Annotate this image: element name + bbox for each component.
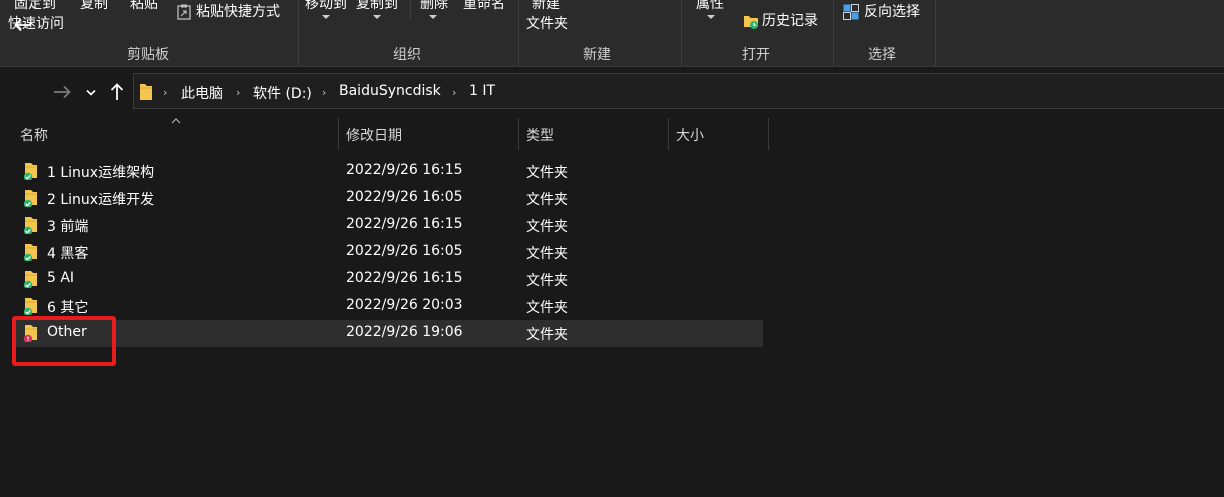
back-arrow-icon: [14, 18, 31, 32]
column-name[interactable]: 名称: [20, 125, 48, 145]
delete-button[interactable]: 删除: [420, 0, 448, 13]
chevron-down-icon: [373, 15, 381, 19]
new-folder-button[interactable]: 新建: [532, 0, 560, 13]
column-header: 名称 修改日期 类型 大小: [0, 118, 1224, 150]
file-type: 文件夹: [526, 192, 568, 208]
new-folder-label[interactable]: 文件夹: [526, 15, 568, 33]
folder-icon: [22, 270, 40, 290]
chevron-down-icon: [86, 89, 96, 96]
highlight-box: [12, 316, 116, 366]
history-icon: [742, 12, 760, 34]
recent-locations-button[interactable]: [84, 80, 98, 104]
file-type: 文件夹: [526, 327, 568, 343]
group-divider: [681, 0, 682, 66]
modified-date: 2022/9/26 16:15: [346, 216, 463, 232]
group-divider: [298, 0, 299, 66]
modified-date: 2022/9/26 19:06: [346, 324, 463, 340]
sort-ascending-icon: [171, 118, 181, 124]
breadcrumb-baidusyncdisk[interactable]: BaiduSyncdisk: [339, 83, 441, 99]
paste-button[interactable]: 粘贴: [130, 0, 158, 13]
file-type: 文件夹: [526, 219, 568, 235]
group-divider: [833, 0, 834, 66]
file-name[interactable]: 4 黑客: [47, 243, 88, 263]
column-type[interactable]: 类型: [526, 125, 554, 145]
modified-date: 2022/9/26 16:15: [346, 270, 463, 286]
table-row[interactable]: 3 前端 2022/9/26 16:15 文件夹: [12, 212, 763, 239]
table-row[interactable]: 1 Linux运维架构 2022/9/26 16:15 文件夹: [12, 158, 763, 185]
chevron-down-icon: [322, 15, 330, 19]
breadcrumb-this-pc[interactable]: 此电脑: [181, 83, 223, 103]
modified-date: 2022/9/26 20:03: [346, 297, 463, 313]
group-divider: [935, 0, 936, 66]
group-label-organize: 组织: [393, 47, 421, 63]
file-name[interactable]: 5 AI: [47, 270, 74, 286]
folder-icon: [22, 243, 40, 263]
table-row[interactable]: 4 黑客 2022/9/26 16:05 文件夹: [12, 239, 763, 266]
table-row[interactable]: Other 2022/9/26 19:06 文件夹: [12, 320, 763, 347]
breadcrumb-drive-d[interactable]: 软件 (D:): [253, 83, 312, 103]
move-to-button[interactable]: 移动到: [305, 0, 347, 13]
group-label-new: 新建: [583, 47, 611, 63]
rename-button[interactable]: 重命名: [463, 0, 505, 13]
file-type: 文件夹: [526, 165, 568, 181]
up-button[interactable]: [107, 80, 127, 104]
file-name[interactable]: 6 其它: [47, 297, 88, 317]
copy-to-button[interactable]: 复制到: [356, 0, 398, 13]
breadcrumb-separator-icon: ›: [452, 86, 457, 99]
file-name[interactable]: 1 Linux运维架构: [47, 162, 154, 182]
file-type: 文件夹: [526, 300, 568, 316]
table-row[interactable]: 2 Linux运维开发 2022/9/26 16:05 文件夹: [12, 185, 763, 212]
group-label-select: 选择: [868, 47, 896, 63]
ribbon: 固定到 快速访问 复制 粘贴 粘贴快捷方式 剪贴板 移动到 复制到 删除 重命名…: [0, 0, 1224, 67]
paste-shortcut-icon: [177, 4, 191, 24]
file-type: 文件夹: [526, 246, 568, 262]
breadcrumb-separator-icon: ›: [322, 86, 327, 99]
table-row[interactable]: 6 其它 2022/9/26 20:03 文件夹: [12, 293, 763, 320]
group-label-open: 打开: [742, 47, 770, 63]
forward-button[interactable]: [51, 80, 73, 104]
column-divider[interactable]: [338, 118, 339, 150]
invert-select-button[interactable]: 反向选择: [864, 3, 920, 21]
folder-icon: [22, 216, 40, 236]
column-size[interactable]: 大小: [676, 125, 704, 145]
table-row[interactable]: 5 AI 2022/9/26 16:15 文件夹: [12, 266, 763, 293]
column-divider[interactable]: [668, 118, 669, 150]
copy-button[interactable]: 复制: [80, 0, 108, 13]
breadcrumb-separator-icon: ›: [236, 86, 241, 99]
column-divider[interactable]: [768, 118, 769, 150]
column-divider[interactable]: [518, 118, 519, 150]
history-button[interactable]: 历史记录: [762, 12, 818, 30]
invert-select-icon: [843, 4, 859, 24]
folder-icon: [22, 162, 40, 182]
up-arrow-icon: [110, 83, 124, 100]
pin-quick-access-button[interactable]: 固定到: [14, 0, 56, 13]
breadcrumb-1-it[interactable]: 1 IT: [469, 83, 495, 99]
file-name[interactable]: 2 Linux运维开发: [47, 189, 154, 209]
chevron-down-icon: [707, 15, 715, 19]
group-divider: [518, 0, 519, 66]
folder-icon: [22, 297, 40, 317]
divider: [410, 0, 411, 20]
chevron-down-icon: [429, 15, 437, 19]
file-name[interactable]: 3 前端: [47, 216, 88, 236]
file-type: 文件夹: [526, 273, 568, 289]
modified-date: 2022/9/26 16:05: [346, 243, 463, 259]
modified-date: 2022/9/26 16:15: [346, 162, 463, 178]
folder-icon: [139, 83, 153, 105]
modified-date: 2022/9/26 16:05: [346, 189, 463, 205]
forward-arrow-icon: [54, 85, 71, 99]
paste-shortcut-button[interactable]: 粘贴快捷方式: [196, 3, 280, 21]
folder-icon: [22, 189, 40, 209]
back-button[interactable]: [12, 13, 34, 37]
properties-button[interactable]: 属性: [696, 0, 724, 13]
breadcrumb-separator-icon: ›: [163, 86, 168, 99]
column-modified[interactable]: 修改日期: [346, 125, 402, 145]
group-label-clipboard: 剪贴板: [127, 47, 169, 63]
